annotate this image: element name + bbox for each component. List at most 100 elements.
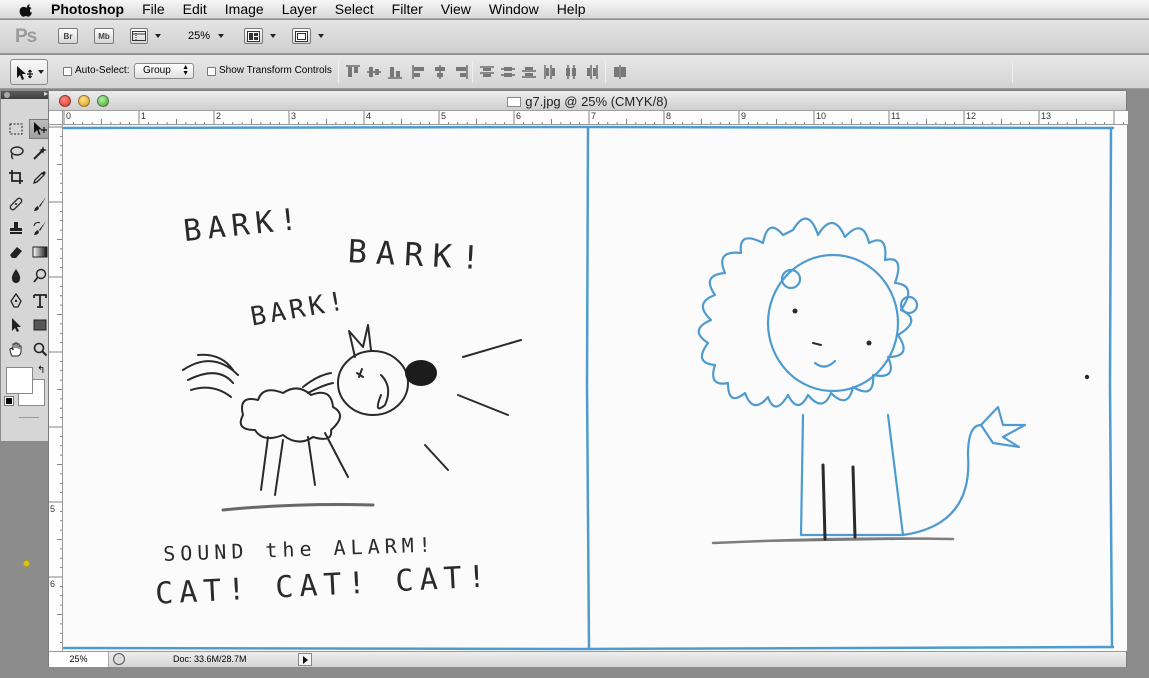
caption-line-2: CAT! CAT! CAT!: [154, 559, 492, 612]
distribute-top-edges-icon[interactable]: [479, 64, 495, 80]
caption-line-1: SOUND the ALARM!: [163, 532, 436, 566]
eraser-icon: [10, 247, 22, 258]
align-vertical-centers-icon[interactable]: [366, 64, 382, 80]
distribute-vertical-centers-icon[interactable]: [500, 64, 516, 80]
application-bar: Ps Br Mb 25%: [0, 20, 1149, 54]
ruler-label: 6: [50, 579, 56, 589]
status-info-icon[interactable]: [113, 653, 125, 665]
menu-image[interactable]: Image: [216, 0, 273, 19]
ruler-label: 8: [666, 111, 672, 121]
image-canvas[interactable]: BARK! BARK! BARK! SOUND the ALARM! CAT! …: [63, 125, 1127, 651]
dog-nose: [405, 360, 437, 386]
pen-tool[interactable]: [5, 291, 27, 311]
chevron-down-icon[interactable]: [270, 34, 276, 38]
document-title-bar[interactable]: g7.jpg @ 25% (CMYK/8): [49, 91, 1126, 111]
clone-stamp-tool[interactable]: [5, 218, 27, 238]
vertical-ruler[interactable]: 5 6: [49, 125, 63, 651]
ruler-origin[interactable]: [49, 111, 63, 125]
menu-file[interactable]: File: [133, 0, 174, 19]
ruler-label: 1: [141, 111, 147, 121]
brush-icon: [34, 197, 46, 211]
rectangle-shape-icon: [33, 319, 47, 331]
chevron-down-icon[interactable]: [155, 34, 161, 38]
background-indicator-dot: [23, 560, 30, 567]
water-drop-icon: [11, 269, 21, 283]
marquee-tool[interactable]: [5, 119, 27, 139]
show-transform-controls-label: Show Transform Controls: [219, 65, 332, 76]
crop-icon: [9, 170, 23, 184]
bark-text-1: BARK!: [182, 202, 305, 249]
gradient-icon: [32, 246, 48, 258]
menu-select[interactable]: Select: [326, 0, 383, 19]
screen-mode-button[interactable]: [292, 28, 311, 44]
eraser-tool[interactable]: [5, 242, 27, 262]
align-bottom-edges-icon[interactable]: [387, 64, 403, 80]
hand-tool[interactable]: [5, 339, 27, 359]
grid-extras-icon: [132, 31, 146, 41]
ruler-label: 6: [516, 111, 522, 121]
menu-app-photoshop[interactable]: Photoshop: [51, 0, 133, 19]
document-status-bar: 25% Doc: 33.6M/28.7M: [49, 651, 1126, 667]
chevron-down-icon[interactable]: [218, 34, 224, 38]
align-top-edges-icon[interactable]: [345, 64, 361, 80]
ruler-label: 3: [291, 111, 297, 121]
lion-brow-left: [812, 342, 822, 346]
distribute-right-edges-icon[interactable]: [584, 64, 600, 80]
apple-icon[interactable]: [17, 2, 37, 17]
view-extras-button[interactable]: [130, 28, 148, 44]
auto-select-checkbox[interactable]: [63, 67, 72, 76]
menu-window[interactable]: Window: [480, 0, 548, 19]
crop-tool[interactable]: [5, 167, 27, 187]
distribute-left-edges-icon[interactable]: [542, 64, 558, 80]
chevron-down-icon: [38, 70, 44, 74]
status-document-size: Doc: 33.6M/28.7M: [173, 654, 247, 664]
tools-panel-grip[interactable]: ▸▸: [1, 89, 55, 99]
distribute-bottom-edges-icon[interactable]: [521, 64, 537, 80]
dog-drawing: [182, 324, 522, 512]
lion-left-eye: [792, 308, 798, 314]
healing-brush-tool[interactable]: [5, 194, 27, 214]
toolbar-separator: [605, 61, 606, 83]
align-right-edges-icon[interactable]: [453, 64, 469, 80]
toolbar-separator: [338, 61, 339, 83]
document-title: g7.jpg @ 25% (CMYK/8): [49, 94, 1126, 109]
auto-align-layers-icon[interactable]: [612, 64, 628, 80]
panel-border-right: [1108, 127, 1114, 649]
align-left-edges-icon[interactable]: [411, 64, 427, 80]
ruler-label: 2: [216, 111, 222, 121]
menu-help[interactable]: Help: [548, 0, 595, 19]
menu-edit[interactable]: Edit: [174, 0, 216, 19]
status-zoom-field[interactable]: 25%: [49, 652, 109, 667]
horizontal-ruler[interactable]: 0 1 2 3 4 5 6 7 8 9 10 11 12 13: [63, 111, 1128, 125]
ruler-label: 7: [591, 111, 597, 121]
toolbar-separator: [472, 61, 473, 83]
launch-minibridge-button[interactable]: Mb: [94, 28, 114, 44]
distribute-horizontal-centers-icon[interactable]: [563, 64, 579, 80]
foreground-color-swatch[interactable]: [6, 367, 33, 394]
magic-wand-icon: [33, 146, 47, 160]
path-selection-tool[interactable]: [5, 315, 27, 335]
show-transform-controls-checkbox[interactable]: [207, 67, 216, 76]
auto-select-target-select[interactable]: Group ▲ ▼: [134, 63, 194, 79]
default-colors-icon[interactable]: [4, 396, 14, 406]
lasso-icon: [10, 146, 24, 160]
lion-whisker-dot: [1084, 374, 1090, 380]
menu-layer[interactable]: Layer: [273, 0, 326, 19]
launch-bridge-button[interactable]: Br: [58, 28, 78, 44]
blur-tool[interactable]: [5, 266, 27, 286]
toolbar-separator: [1012, 61, 1013, 83]
align-horizontal-centers-icon[interactable]: [432, 64, 448, 80]
artwork: BARK! BARK! BARK! SOUND the ALARM! CAT! …: [63, 125, 1115, 651]
status-menu-arrow-icon[interactable]: [298, 653, 312, 666]
zoom-level-select[interactable]: 25%: [188, 28, 210, 44]
swap-colors-icon[interactable]: ↰: [37, 365, 45, 376]
lasso-tool[interactable]: [5, 143, 27, 163]
path-arrow-icon: [12, 318, 21, 332]
close-panel-icon[interactable]: [4, 92, 10, 98]
arrange-documents-button[interactable]: [244, 28, 263, 44]
menu-filter[interactable]: Filter: [383, 0, 432, 19]
auto-select-target-value: Group: [143, 65, 171, 76]
chevron-down-icon[interactable]: [318, 34, 324, 38]
menu-view[interactable]: View: [432, 0, 480, 19]
tool-preset-picker[interactable]: [10, 59, 48, 85]
